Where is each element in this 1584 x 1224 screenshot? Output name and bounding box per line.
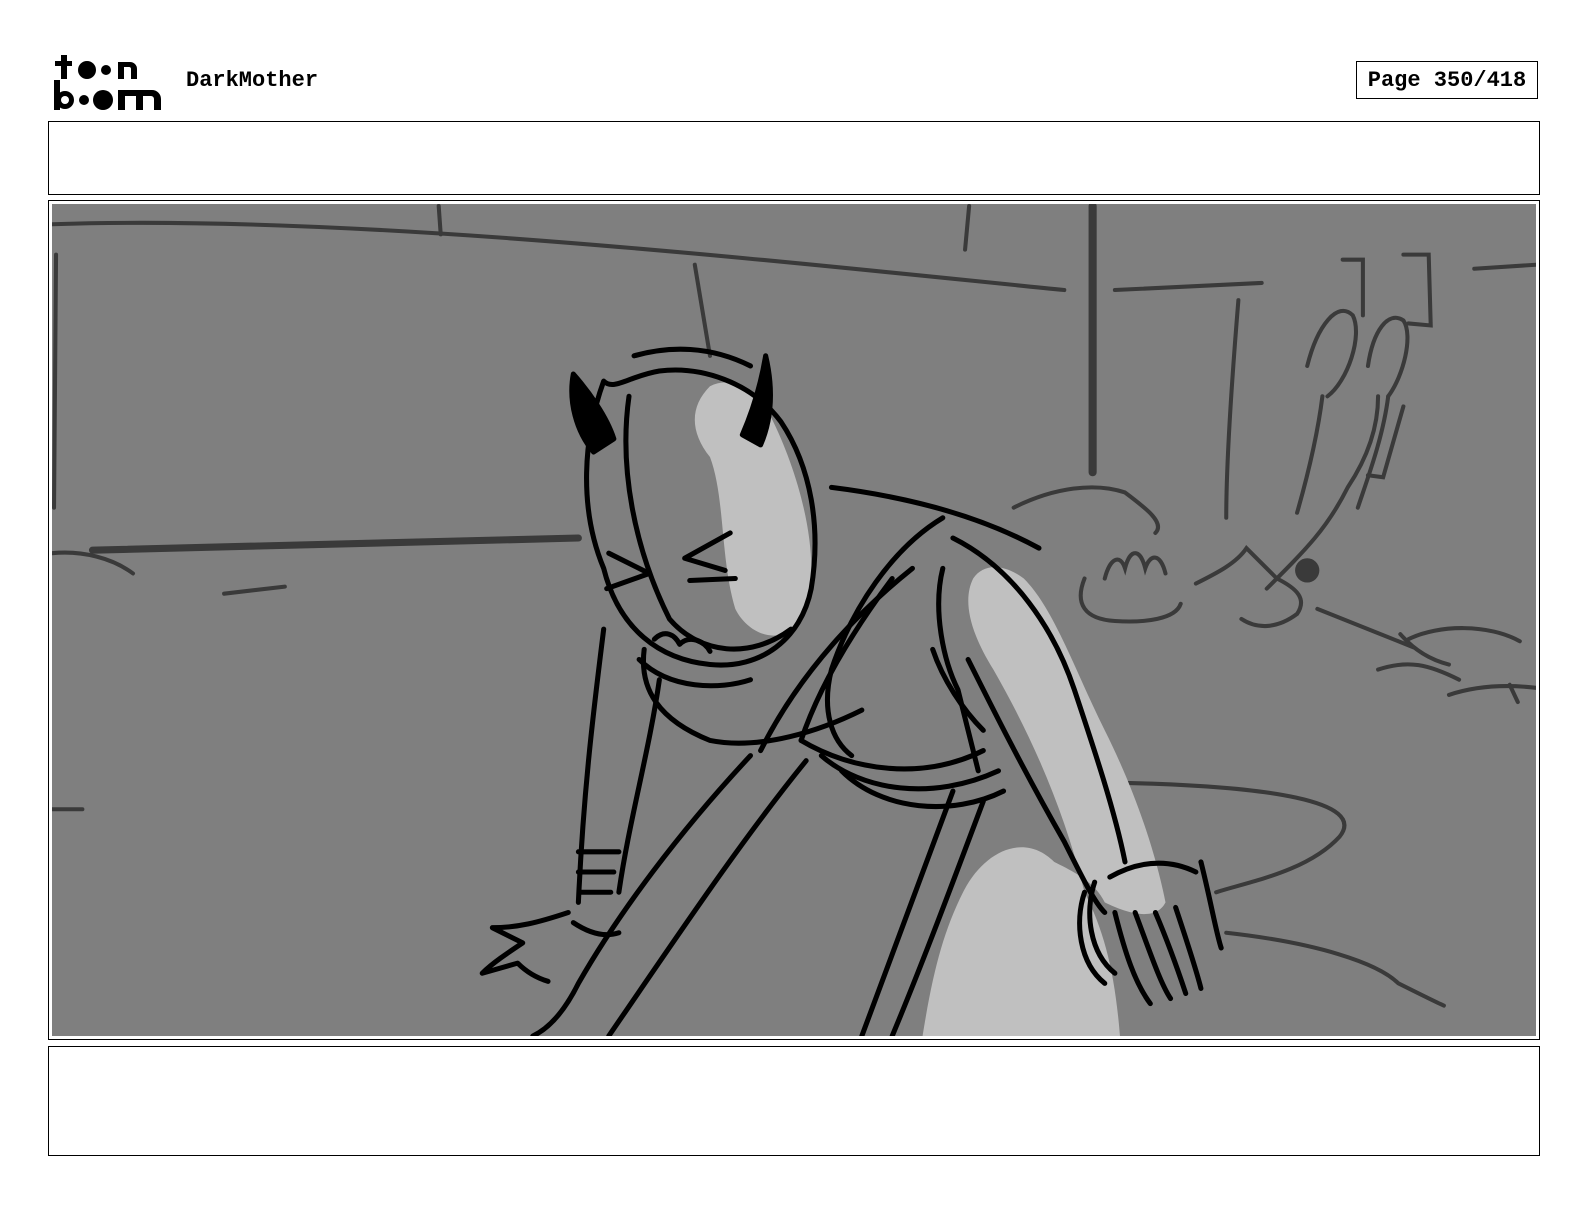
action-notes-box [48,121,1540,195]
toon-boom-logo [54,55,161,110]
sketch-artwork [52,204,1536,1036]
page-number: Page 350/418 [1356,61,1538,99]
storyboard-drawing [52,204,1536,1036]
dialogue-notes-box [48,1046,1540,1156]
storyboard-panel-frame [48,200,1540,1040]
project-title: DarkMother [186,68,319,93]
